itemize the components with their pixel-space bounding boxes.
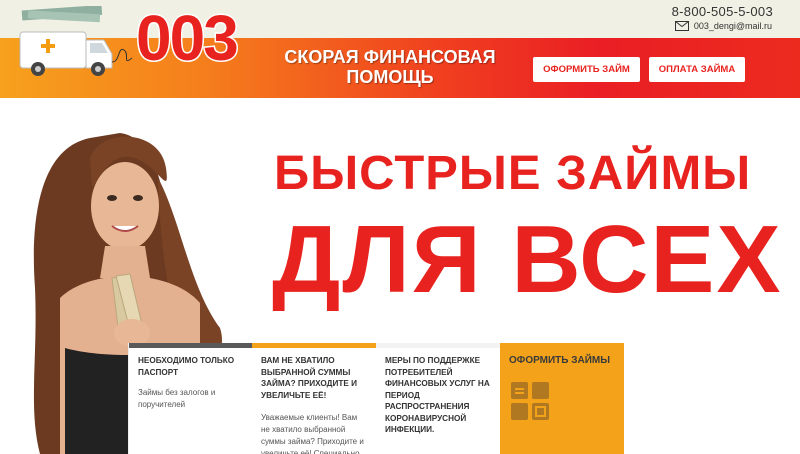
panel-apply-loans[interactable]: ОФОРМИТЬ ЗАЙМЫ xyxy=(500,343,624,454)
brand-line-2: ПОМОЩЬ xyxy=(346,67,434,87)
panel-top-bar xyxy=(376,343,500,348)
panel-passport[interactable]: НЕОБХОДИМО ТОЛЬКО ПАСПОРТ Займы без зало… xyxy=(128,343,252,454)
ambulance-truck-icon[interactable] xyxy=(8,6,138,86)
email-link[interactable]: 003_dengi@mail.ru xyxy=(674,21,772,31)
panel-top-bar xyxy=(500,343,624,348)
email-text: 003_dengi@mail.ru xyxy=(693,21,772,31)
hero-headline-line-2: ДЛЯ ВСЕХ xyxy=(272,206,783,313)
panel-title: ОФОРМИТЬ ЗАЙМЫ xyxy=(509,355,611,366)
panel-top-bar xyxy=(252,343,376,348)
brand-title: СКОРАЯ ФИНАНСОВАЯ ПОМОЩЬ xyxy=(270,47,510,87)
pay-loan-button[interactable]: ОПЛАТА ЗАЙМА xyxy=(649,57,745,82)
panel-increase-amount[interactable]: ВАМ НЕ ХВАТИЛО ВЫБРАННОЙ СУММЫ ЗАЙМА? ПР… xyxy=(252,343,376,454)
panel-text: Займы без залогов и поручителей xyxy=(138,388,216,409)
panel-title: МЕРЫ ПО ПОДДЕРЖКЕ ПОТРЕБИТЕЛЕЙ ФИНАНСОВЫ… xyxy=(385,356,490,434)
apply-loan-button[interactable]: ОФОРМИТЬ ЗАЙМ xyxy=(533,57,640,82)
logo-003[interactable]: 003 xyxy=(135,5,241,72)
calculator-icon xyxy=(511,382,549,420)
panel-top-bar xyxy=(129,343,252,348)
hero-headline-line-1: БЫСТРЫЕ ЗАЙМЫ xyxy=(274,147,752,200)
panel-text: Уважаемые клиенты! Вам не хватило выбран… xyxy=(261,413,364,454)
phone-number[interactable]: 8-800-505-5-003 xyxy=(672,4,773,19)
envelope-icon xyxy=(674,21,689,31)
panel-title: ВАМ НЕ ХВАТИЛО ВЫБРАННОЙ СУММЫ ЗАЙМА? ПР… xyxy=(261,356,358,400)
feature-panels: НЕОБХОДИМО ТОЛЬКО ПАСПОРТ Займы без зало… xyxy=(128,343,628,454)
panel-title: НЕОБХОДИМО ТОЛЬКО ПАСПОРТ xyxy=(138,356,235,377)
brand-line-1: СКОРАЯ ФИНАНСОВАЯ xyxy=(284,47,496,67)
panel-covid-measures[interactable]: МЕРЫ ПО ПОДДЕРЖКЕ ПОТРЕБИТЕЛЕЙ ФИНАНСОВЫ… xyxy=(376,343,500,454)
